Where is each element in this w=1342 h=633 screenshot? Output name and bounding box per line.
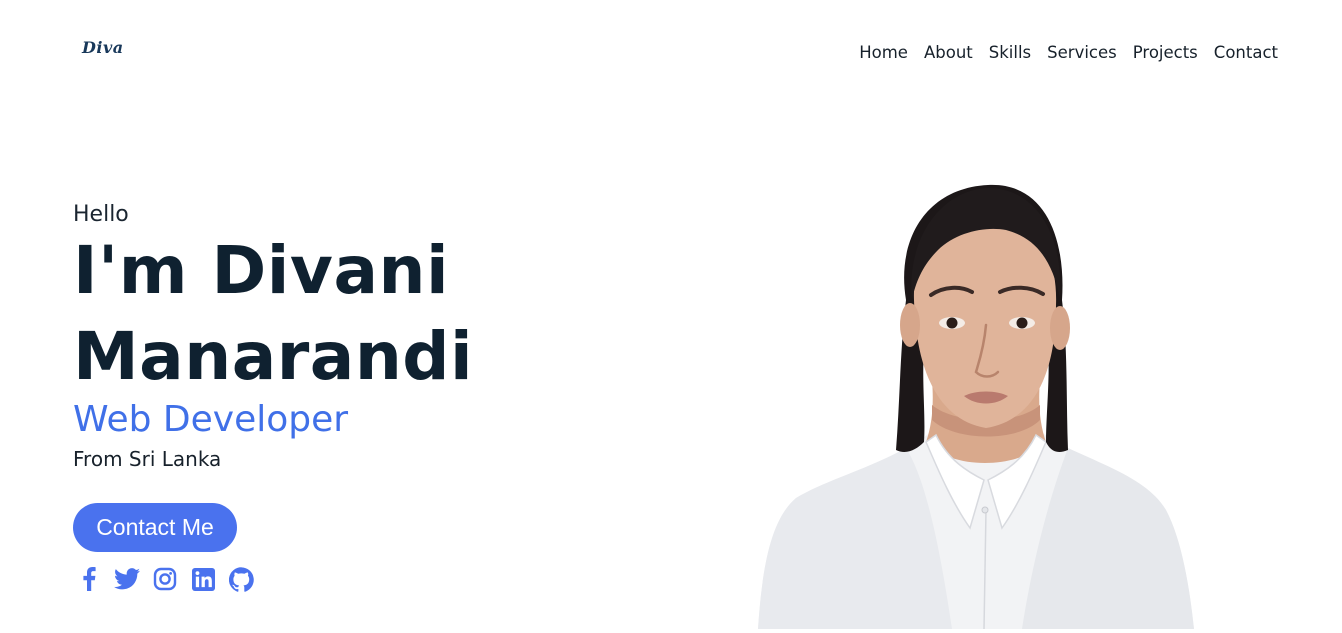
hero-name-line2: Manarandi xyxy=(73,318,474,395)
contact-me-button[interactable]: Contact Me xyxy=(73,503,237,552)
github-icon[interactable] xyxy=(228,566,254,592)
nav-home[interactable]: Home xyxy=(859,42,908,64)
greeting-text: Hello xyxy=(73,202,129,227)
linkedin-icon[interactable] xyxy=(190,566,216,592)
hero-role: Web Developer xyxy=(73,399,349,440)
nav-about[interactable]: About xyxy=(924,42,973,64)
twitter-icon[interactable] xyxy=(114,566,140,592)
hero-location: From Sri Lanka xyxy=(73,447,222,471)
facebook-icon[interactable] xyxy=(76,566,102,592)
nav-services[interactable]: Services xyxy=(1047,42,1117,64)
profile-photo xyxy=(756,180,1198,630)
site-header: Diva Home About Skills Services Projects… xyxy=(0,0,1342,100)
main-nav: Home About Skills Services Projects Cont… xyxy=(843,42,1278,64)
nav-projects[interactable]: Projects xyxy=(1133,42,1198,64)
social-links xyxy=(76,566,266,592)
hero-name: I'm Divani Manarandi xyxy=(73,228,473,400)
hero-name-line1: I'm Divani xyxy=(73,232,450,309)
nav-contact[interactable]: Contact xyxy=(1214,42,1278,64)
logo[interactable]: Diva xyxy=(82,38,124,57)
hero-section: Hello I'm Divani Manarandi Web Developer… xyxy=(73,198,473,474)
instagram-icon[interactable] xyxy=(152,566,178,592)
nav-skills[interactable]: Skills xyxy=(989,42,1031,64)
